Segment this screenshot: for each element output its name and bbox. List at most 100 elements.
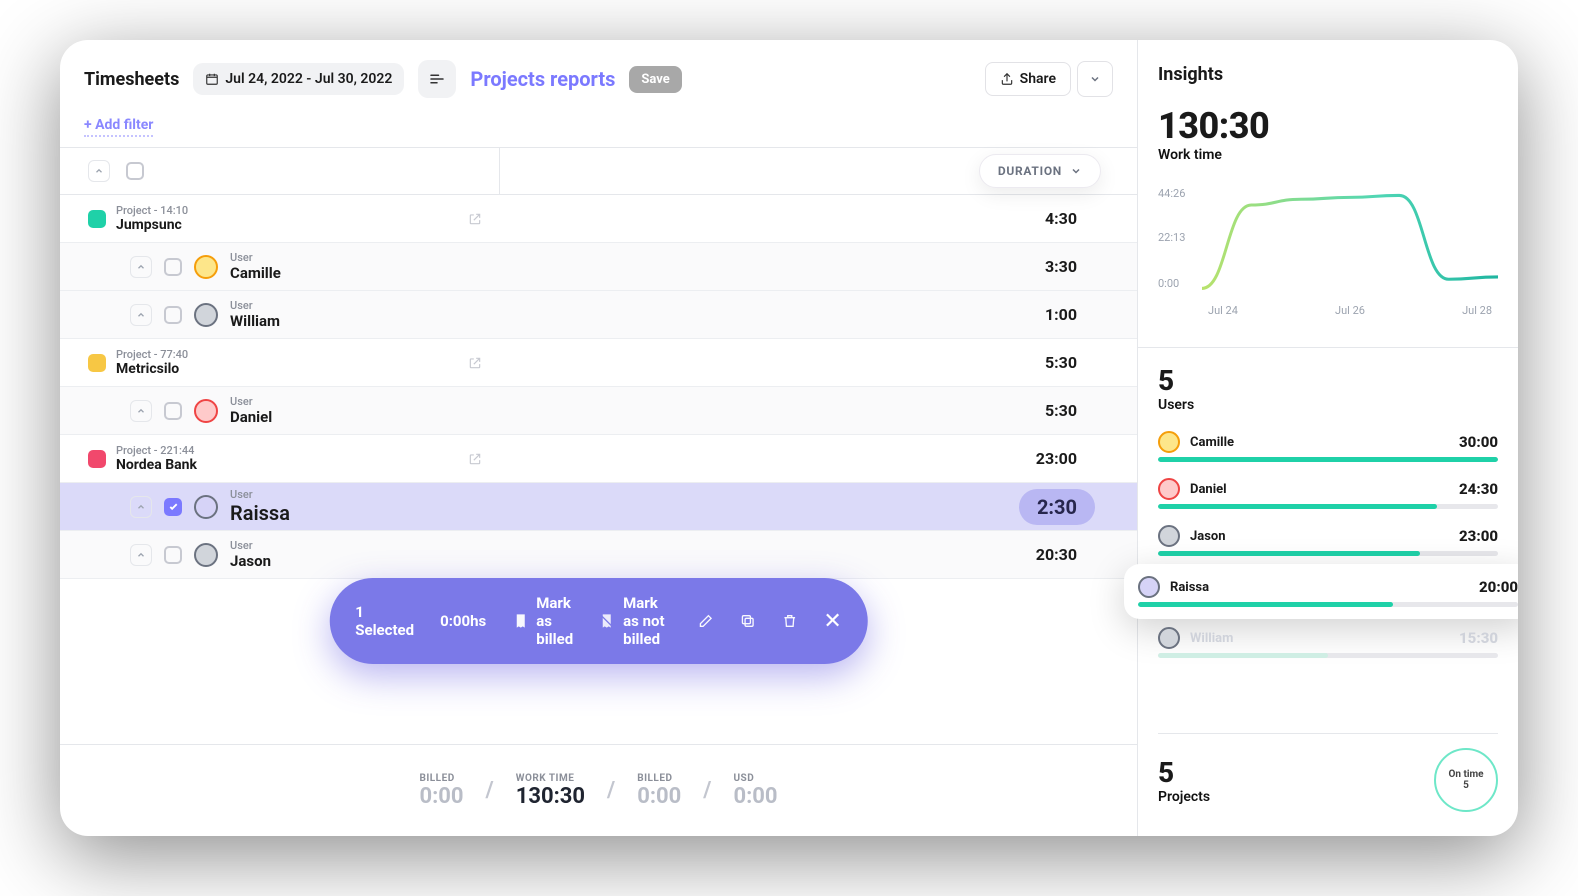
close-icon: ✕ — [823, 609, 841, 634]
external-link-icon[interactable] — [468, 356, 482, 370]
copy-button[interactable] — [739, 613, 755, 629]
row-collapse-toggle[interactable] — [130, 544, 152, 566]
selection-action-bar: 1 Selected 0:00hs Mark as billed Mark as… — [329, 578, 868, 664]
insights-user-row[interactable]: Camille30:00 — [1158, 423, 1498, 470]
row-name: William — [230, 312, 280, 330]
close-action-bar-button[interactable]: ✕ — [823, 609, 841, 634]
table-row[interactable]: Project - 14:10Jumpsunc 4:30 — [60, 195, 1137, 243]
row-checkbox[interactable] — [164, 402, 182, 420]
progress-bar — [1158, 551, 1498, 556]
insights-work-time-value: 130:30 — [1158, 105, 1498, 147]
row-name: Camille — [230, 264, 281, 282]
share-label: Share — [1020, 71, 1056, 87]
chart-y-tick: 0:00 — [1158, 277, 1179, 290]
select-all-checkbox[interactable] — [126, 162, 144, 180]
row-collapse-toggle[interactable] — [130, 400, 152, 422]
insights-user-row[interactable]: William15:30 — [1158, 619, 1498, 666]
row-duration: 5:30 — [1045, 401, 1077, 420]
row-duration: 20:30 — [1036, 545, 1077, 564]
row-checkbox[interactable] — [164, 306, 182, 324]
insights-user-row[interactable]: Raissa20:00 — [1124, 564, 1518, 619]
insights-users-count: 5 — [1158, 364, 1498, 397]
trash-icon — [781, 613, 797, 629]
row-collapse-toggle[interactable] — [130, 304, 152, 326]
on-time-label: On time — [1448, 769, 1483, 780]
row-checkbox[interactable] — [164, 258, 182, 276]
row-meta: Project - 77:40 — [116, 348, 188, 361]
row-meta: Project - 14:10 — [116, 204, 188, 217]
avatar — [1158, 525, 1180, 547]
collapse-all-toggle[interactable] — [88, 160, 110, 182]
add-filter-button[interactable]: + Add filter — [84, 117, 153, 137]
table-row[interactable]: UserJason 20:30 — [60, 531, 1137, 579]
report-name[interactable]: Projects reports — [470, 67, 615, 91]
insights-user-row[interactable]: Daniel24:30 — [1158, 470, 1498, 517]
row-duration: 4:30 — [1045, 209, 1077, 228]
mark-billed-button[interactable]: Mark as billed — [512, 594, 573, 648]
row-name: Daniel — [230, 408, 272, 426]
receipt-slash-icon — [599, 613, 615, 629]
row-name: Jumpsunc — [116, 217, 188, 233]
row-name: Jason — [230, 552, 271, 570]
insights-user-row[interactable]: Jason23:00 — [1158, 517, 1498, 564]
project-color-icon — [88, 450, 106, 468]
row-collapse-toggle[interactable] — [130, 256, 152, 278]
avatar — [194, 303, 218, 327]
selected-hours: 0:00hs — [440, 612, 486, 630]
table-row[interactable]: Project - 221:44Nordea Bank23:00 — [60, 435, 1137, 483]
mark-not-billed-button[interactable]: Mark as not billed — [599, 594, 671, 648]
save-button[interactable]: Save — [629, 66, 681, 93]
on-time-ring: On time 5 — [1434, 748, 1498, 812]
external-link-icon[interactable] — [468, 452, 482, 466]
insights-user-time: 15:30 — [1459, 629, 1498, 647]
work-time-label: WORK TIME — [516, 773, 575, 784]
row-checkbox[interactable] — [164, 546, 182, 564]
share-button[interactable]: Share — [985, 62, 1071, 96]
edit-button[interactable] — [697, 613, 713, 629]
on-time-count: 5 — [1463, 780, 1469, 791]
progress-bar — [1158, 653, 1498, 658]
row-duration: 23:00 — [1036, 449, 1077, 468]
row-duration: 5:30 — [1045, 353, 1077, 372]
project-color-icon — [88, 354, 106, 372]
table-row[interactable]: UserRaissa2:30 — [60, 483, 1137, 531]
insights-work-time-label: Work time — [1158, 147, 1498, 163]
totals-footer: BILLED 0:00 / WORK TIME 130:30 / BILLED … — [60, 744, 1137, 836]
layout-toggle-button[interactable] — [418, 60, 456, 98]
row-meta: User — [230, 299, 280, 312]
row-name: Metricsilo — [116, 361, 188, 377]
insights-projects-count: 5 — [1158, 756, 1210, 789]
insights-user-name: Jason — [1190, 529, 1226, 544]
row-meta: User — [230, 395, 272, 408]
table-row[interactable]: UserWilliam1:00 — [60, 291, 1137, 339]
table-row[interactable]: Project - 77:40Metricsilo 5:30 — [60, 339, 1137, 387]
row-collapse-toggle[interactable] — [130, 496, 152, 518]
header: Timesheets Jul 24, 2022 - Jul 30, 2022 P… — [60, 40, 1137, 108]
copy-icon — [739, 613, 755, 629]
billed2-label: BILLED — [637, 773, 672, 784]
external-link-icon[interactable] — [468, 212, 482, 226]
timesheet-table: DURATION Project - 14:10Jumpsunc 4:30 User… — [60, 147, 1137, 744]
insights-user-name: Raissa — [1170, 580, 1209, 595]
work-time-chart: 44:26 22:13 0:00 Jul 24 Jul 26 Jul 28 — [1158, 181, 1498, 321]
table-row[interactable]: UserDaniel 5:30 — [60, 387, 1137, 435]
work-time-value: 130:30 — [516, 784, 585, 809]
row-duration: 3:30 — [1045, 257, 1077, 276]
row-meta: User — [230, 539, 271, 552]
row-name: Raissa — [230, 501, 290, 525]
progress-bar — [1158, 504, 1498, 509]
billed-value: 0:00 — [419, 784, 463, 809]
insights-title: Insights — [1158, 64, 1498, 85]
row-checkbox[interactable] — [164, 498, 182, 516]
avatar — [1158, 431, 1180, 453]
date-range-picker[interactable]: Jul 24, 2022 - Jul 30, 2022 — [193, 63, 404, 95]
delete-button[interactable] — [781, 613, 797, 629]
share-dropdown-button[interactable] — [1077, 61, 1113, 97]
row-meta: User — [230, 488, 290, 501]
date-range-text: Jul 24, 2022 - Jul 30, 2022 — [225, 71, 392, 87]
table-row[interactable]: UserCamille3:30 — [60, 243, 1137, 291]
duration-column-header[interactable]: DURATION — [979, 154, 1101, 188]
chart-y-tick: 22:13 — [1158, 231, 1185, 244]
billed-label: BILLED — [419, 773, 454, 784]
calendar-icon — [205, 72, 219, 86]
